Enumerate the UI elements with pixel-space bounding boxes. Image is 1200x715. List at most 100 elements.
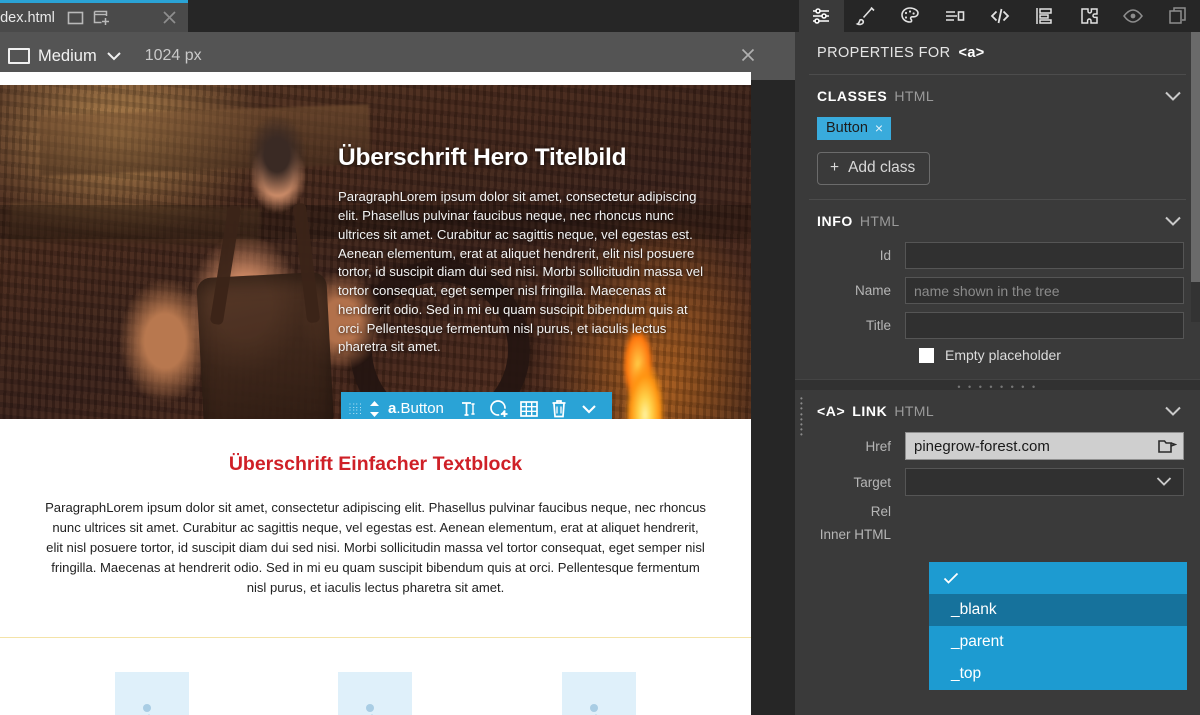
field-row-target: Target xyxy=(795,468,1184,496)
add-class-button[interactable]: + Add class xyxy=(817,152,931,185)
dropdown-option-blank[interactable]: _blank xyxy=(929,594,1187,626)
folder-icon[interactable] xyxy=(1157,437,1177,455)
add-element-icon[interactable] xyxy=(484,394,514,420)
check-icon xyxy=(943,572,959,585)
hero-heading: Überschrift Hero Titelbild xyxy=(338,144,627,171)
title-label: Title xyxy=(865,318,891,333)
chevron-down-icon[interactable] xyxy=(105,50,123,62)
target-dropdown-menu[interactable]: _blank _parent _top xyxy=(929,562,1187,690)
palette-icon[interactable] xyxy=(888,0,933,32)
href-input[interactable] xyxy=(905,432,1184,460)
title-input[interactable] xyxy=(905,312,1184,339)
field-row-title: Title xyxy=(795,312,1184,339)
textblock-paragraph: ParagraphLorem ipsum dolor sit amet, con… xyxy=(45,500,706,595)
breakpoint-close-icon[interactable] xyxy=(739,46,757,64)
textblock-heading: Überschrift Einfacher Textblock xyxy=(228,453,523,475)
href-label: Href xyxy=(865,438,891,454)
link-title: LINK xyxy=(852,403,888,419)
brush-icon[interactable] xyxy=(844,0,889,32)
name-label: Name xyxy=(854,283,891,298)
target-label: Target xyxy=(853,474,891,490)
close-icon[interactable]: × xyxy=(875,120,883,136)
eye-icon[interactable] xyxy=(1111,0,1156,32)
class-chip-label: Button xyxy=(826,120,868,136)
link-subtitle: HTML xyxy=(894,403,935,419)
image-placeholder-icon[interactable] xyxy=(114,672,189,715)
code-icon[interactable] xyxy=(977,0,1022,32)
canvas-top-margin xyxy=(0,72,751,85)
dropdown-option-default[interactable] xyxy=(929,562,1187,594)
chevron-down-icon[interactable] xyxy=(1162,404,1184,418)
move-updown-icon[interactable] xyxy=(367,397,382,420)
section-header-classes[interactable]: CLASSES HTML xyxy=(795,75,1200,117)
cards-row xyxy=(0,638,751,715)
panel-scrollbar[interactable] xyxy=(1191,32,1200,322)
rel-label: Rel xyxy=(870,504,891,519)
info-title: INFO xyxy=(817,213,853,229)
image-placeholder-icon[interactable] xyxy=(338,672,413,715)
section-header-info[interactable]: INFO HTML xyxy=(795,200,1200,242)
classes-subtitle: HTML xyxy=(894,88,935,104)
empty-placeholder-checkbox[interactable] xyxy=(919,347,934,363)
field-row-name: Name xyxy=(795,277,1184,304)
panel-toolbar xyxy=(795,0,1200,32)
section-header-link[interactable]: <A> LINK HTML xyxy=(795,390,1200,432)
field-row-href: Href xyxy=(795,432,1184,460)
add-class-label: Add class xyxy=(848,159,916,176)
hero-content: Überschrift Hero Titelbild ParagraphLore… xyxy=(338,143,706,357)
page-canvas[interactable]: Überschrift Hero Titelbild ParagraphLore… xyxy=(0,72,751,715)
dropdown-option-label: _blank xyxy=(951,601,997,618)
name-input[interactable] xyxy=(905,277,1184,304)
grid-icon[interactable] xyxy=(514,394,544,420)
hero-section[interactable]: Überschrift Hero Titelbild ParagraphLore… xyxy=(0,85,751,419)
editor-area: ndex.html xyxy=(0,0,795,715)
breakpoint-name[interactable]: Medium xyxy=(38,47,97,66)
class-chip-button[interactable]: Button × xyxy=(817,117,892,140)
field-row-inner-html: Inner HTML xyxy=(795,527,1184,542)
classes-body: Button × + Add class xyxy=(795,117,1200,199)
image-placeholder-icon[interactable] xyxy=(562,672,637,715)
tab-close-icon[interactable] xyxy=(161,9,178,26)
new-window-icon[interactable] xyxy=(93,10,110,25)
inner-html-label: Inner HTML xyxy=(819,527,891,542)
id-label: Id xyxy=(879,248,891,263)
dropdown-option-top[interactable]: _top xyxy=(929,658,1187,690)
element-selection-toolbar[interactable]: ∷∷ ∷∷ a.Button xyxy=(341,392,612,419)
panel-splitter[interactable]: • • • • • • • • xyxy=(795,379,1200,392)
dropdown-option-label: _parent xyxy=(951,633,1004,650)
chevron-down-icon[interactable] xyxy=(1162,89,1184,103)
window-icon[interactable] xyxy=(67,11,84,25)
panel-title-tag: <a> xyxy=(958,45,985,61)
chevron-down-icon[interactable] xyxy=(1154,475,1174,488)
pinegrow-editor-window: ndex.html xyxy=(0,0,1200,715)
breakpoint-width: 1024 px xyxy=(144,47,202,64)
hero-paragraph: ParagraphLorem ipsum dolor sit amet, con… xyxy=(338,189,703,355)
dropdown-option-parent[interactable]: _parent xyxy=(929,626,1187,658)
trash-icon[interactable] xyxy=(544,394,574,420)
target-select[interactable] xyxy=(905,468,1184,496)
plus-icon: + xyxy=(830,159,840,176)
drag-handle-icon[interactable]: ∷∷ ∷∷ xyxy=(349,401,367,416)
puzzle-icon[interactable] xyxy=(1066,0,1111,32)
tree-icon[interactable] xyxy=(1022,0,1067,32)
section-drag-handle-icon[interactable]: • • • • • • • • xyxy=(800,395,804,439)
selected-element-label: a.Button xyxy=(388,400,444,417)
properties-sliders-icon[interactable] xyxy=(799,0,844,32)
field-row-id: Id xyxy=(795,242,1184,269)
document-tab-index-html[interactable]: ndex.html xyxy=(0,0,188,32)
edit-text-icon[interactable] xyxy=(454,394,484,420)
panel-title: PROPERTIES FOR <a> xyxy=(795,32,1200,74)
empty-placeholder-label: Empty placeholder xyxy=(945,347,1061,363)
empty-placeholder-row[interactable]: Empty placeholder xyxy=(919,347,1200,363)
chevron-down-icon[interactable] xyxy=(1162,214,1184,228)
text-block-section[interactable]: Überschrift Einfacher Textblock Paragrap… xyxy=(0,419,751,615)
id-input[interactable] xyxy=(905,242,1184,269)
duplicate-icon[interactable] xyxy=(1156,0,1200,32)
tab-filename: ndex.html xyxy=(0,9,55,26)
tab-strip: ndex.html xyxy=(0,0,795,32)
field-row-rel: Rel xyxy=(795,504,1184,519)
chevron-down-icon[interactable] xyxy=(574,394,604,420)
classes-title: CLASSES xyxy=(817,88,888,104)
text-align-icon[interactable] xyxy=(933,0,978,32)
scrollbar-thumb[interactable] xyxy=(1191,32,1200,282)
